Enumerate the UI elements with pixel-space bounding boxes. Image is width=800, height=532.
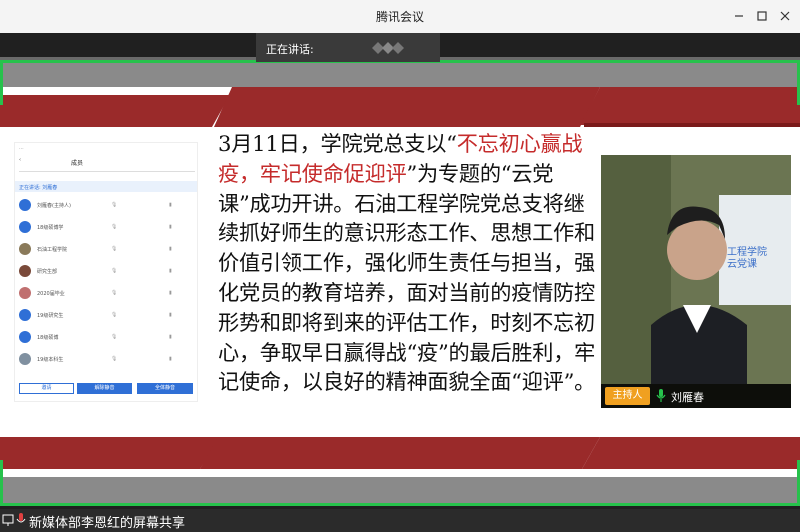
member-video-icon: ▮	[169, 268, 172, 274]
host-video-tile[interactable]: 工程学院 云党课 主持人 刘雁春	[601, 155, 791, 408]
phone-speaking-text: 正在讲话: 刘雁春	[19, 185, 58, 191]
minimize-icon	[735, 15, 743, 17]
maximize-button[interactable]	[751, 6, 773, 26]
slide-red-band-bottom	[0, 437, 800, 469]
host-name: 刘雁春	[671, 391, 704, 404]
speaking-indicator: 正在讲话:	[256, 33, 440, 62]
member-video-icon: ▮	[169, 202, 172, 208]
window-title: 腾讯会议	[375, 10, 424, 24]
screen-share-label: 新媒体部李恩红的屏幕共享	[29, 516, 186, 531]
video-background-text: 工程学院 云党课	[727, 247, 767, 270]
slide-text-before: 3月11日，学院党总支以“	[218, 131, 457, 156]
member-row: 2020届毕业 🎙 ▮	[19, 286, 193, 300]
member-avatar	[19, 287, 31, 299]
invite-button: 邀请	[19, 383, 74, 394]
minimize-button[interactable]	[728, 6, 750, 26]
member-mic-icon: 🎙	[111, 334, 118, 340]
member-mic-icon: 🎙	[111, 356, 118, 362]
member-row: 18级硕博学 🎙 ▮	[19, 220, 193, 234]
member-name: 刘雁春(主持人)	[37, 202, 71, 209]
member-avatar	[19, 243, 31, 255]
member-mic-icon: 🎙	[111, 246, 118, 252]
screen-share-icon	[2, 514, 14, 526]
member-row: 18级硕博 🎙 ▮	[19, 330, 193, 344]
member-video-icon: ▮	[169, 290, 172, 296]
member-name: 研究生部	[37, 268, 58, 275]
host-badge: 主持人	[605, 387, 650, 405]
maximize-icon	[757, 11, 767, 21]
member-row: 19级研究生 🎙 ▮	[19, 308, 193, 322]
member-mic-icon: 🎙	[111, 290, 118, 296]
unmute-button: 解除静音	[77, 383, 132, 394]
member-mic-icon: 🎙	[111, 268, 118, 274]
phone-speaking-bar: 正在讲话: 刘雁春	[15, 181, 197, 192]
member-mic-icon: 🎙	[111, 202, 118, 208]
close-icon	[780, 11, 790, 21]
member-avatar	[19, 265, 31, 277]
mute-all-button: 全体静音	[137, 383, 193, 394]
member-name: 18级硕博	[37, 334, 59, 341]
slide-red-band-top	[0, 87, 800, 127]
speaking-label: 正在讲话:	[266, 43, 314, 56]
phone-members-screenshot: ⋯ ‹ 成员 正在讲话: 刘雁春 刘雁春(主持人) 🎙 ▮ 18级硕博学 🎙 ▮ 石油工程学…	[14, 142, 198, 402]
member-row: 石油工程学院 🎙 ▮	[19, 242, 193, 256]
member-mic-icon: 🎙	[111, 312, 118, 318]
member-avatar	[19, 199, 31, 211]
member-video-icon: ▮	[169, 356, 172, 362]
member-avatar	[19, 331, 31, 343]
phone-divider	[19, 171, 195, 172]
member-name: 2020届毕业	[37, 290, 65, 297]
slide-body-text: 3月11日，学院党总支以“不忘初心赢战疫，牢记使命促迎评”为专题的“云党课”成功…	[218, 129, 602, 397]
back-icon: ‹	[19, 157, 21, 163]
member-name: 19级本科生	[37, 356, 64, 363]
share-mic-icon	[16, 513, 26, 523]
close-button[interactable]	[774, 6, 796, 26]
member-mic-icon: 🎙	[111, 224, 118, 230]
phone-status-bar: ⋯	[19, 146, 195, 152]
member-avatar	[19, 221, 31, 233]
phone-tab-title: 成员	[71, 160, 84, 167]
member-name: 石油工程学院	[37, 246, 68, 253]
member-video-icon: ▮	[169, 224, 172, 230]
member-name: 18级硕博学	[37, 224, 64, 231]
mic-icon	[656, 389, 666, 402]
window-titlebar: 腾讯会议	[0, 0, 800, 33]
member-video-icon: ▮	[169, 334, 172, 340]
member-avatar	[19, 309, 31, 321]
member-row: 19级本科生 🎙 ▮	[19, 352, 193, 366]
member-row: 研究生部 🎙 ▮	[19, 264, 193, 278]
member-name: 19级研究生	[37, 312, 64, 319]
member-video-icon: ▮	[169, 312, 172, 318]
speaker-avatars-icon	[372, 42, 404, 54]
slide-text-after: ”为专题的“云党课”成功开讲。石油工程学院党总支将继续抓好师生的意识形态工作、思…	[218, 160, 596, 395]
screen-share-bar: 新媒体部李恩红的屏幕共享	[0, 509, 800, 532]
slide-bottom-gray-band	[0, 477, 800, 503]
member-avatar	[19, 353, 31, 365]
phone-status-icons: ⋯	[19, 146, 24, 152]
member-video-icon: ▮	[169, 246, 172, 252]
member-row: 刘雁春(主持人) 🎙 ▮	[19, 198, 193, 212]
host-label-bar: 主持人 刘雁春	[601, 384, 791, 408]
